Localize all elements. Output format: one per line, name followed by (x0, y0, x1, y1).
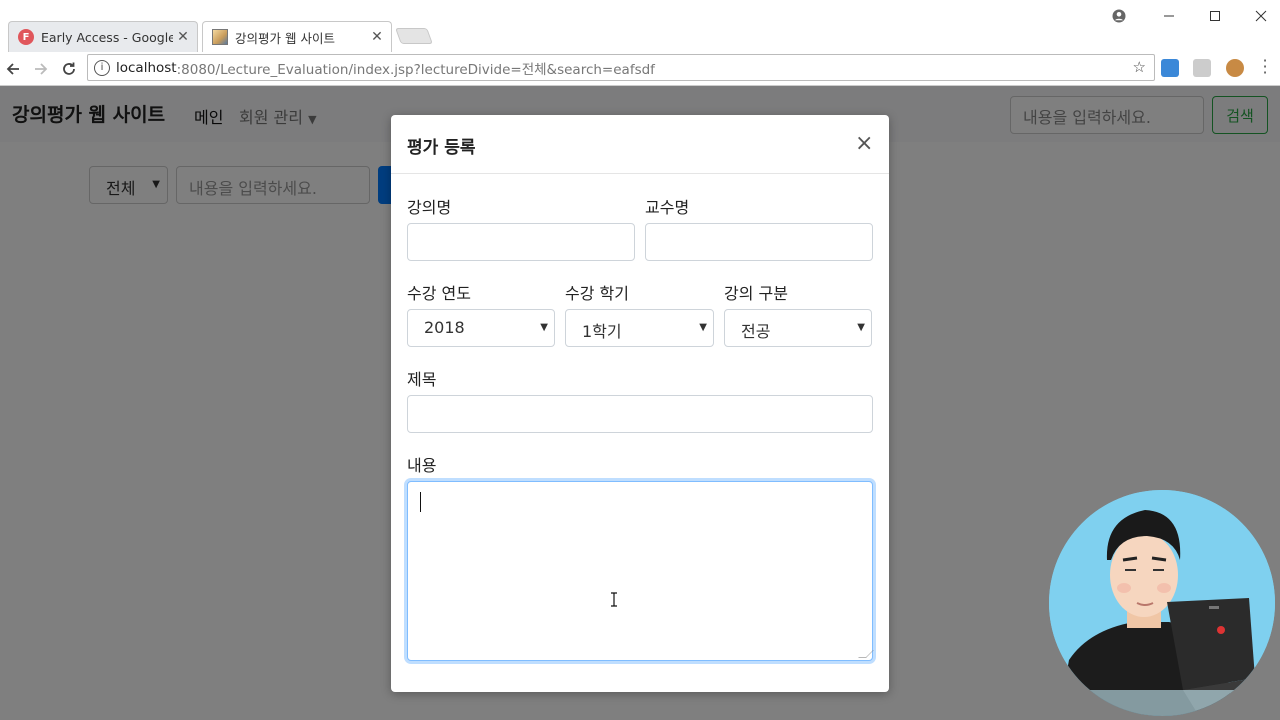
address-bar[interactable]: i localhost:8080/Lecture_Evaluation/inde… (87, 54, 1155, 81)
text-cursor (420, 492, 421, 512)
url-host: localhost (116, 59, 177, 76)
evaluation-title-input[interactable] (407, 395, 873, 433)
semester-label: 수강 학기 (565, 284, 629, 303)
chevron-down-icon: ▼ (540, 322, 548, 333)
chevron-down-icon: ▼ (699, 322, 707, 333)
tab-lecture-evaluation[interactable]: 강의평가 웹 사이트 ✕ (202, 21, 392, 52)
webcam-avatar (1049, 490, 1275, 716)
resize-grip-icon[interactable] (858, 650, 874, 658)
tab-early-access[interactable]: F Early Access - Google F ✕ (8, 21, 198, 52)
professor-name-label: 교수명 (645, 198, 690, 217)
modal-title: 평가 등록 (407, 138, 476, 158)
close-icon[interactable]: ✕ (173, 29, 193, 45)
semester-value: 1학기 (582, 322, 622, 341)
evaluation-title-label: 제목 (407, 370, 437, 389)
bookmark-star-icon[interactable]: ☆ (1133, 58, 1146, 76)
close-icon[interactable]: ✕ (367, 29, 387, 45)
extension-grey-icon[interactable] (1193, 59, 1211, 77)
new-tab-button[interactable] (395, 28, 433, 44)
lecture-divide-label: 강의 구분 (724, 284, 788, 303)
cookie-icon[interactable] (1226, 59, 1244, 77)
evaluation-modal: 평가 등록 × 강의명 교수명 수강 연도 수강 학기 강의 구분 2018 ▼… (391, 115, 889, 692)
lecture-divide-modal-select[interactable]: 전공 ▼ (724, 309, 872, 347)
chevron-down-icon: ▼ (857, 322, 865, 333)
extension-shield-icon[interactable] (1161, 59, 1179, 77)
lecture-year-select[interactable]: 2018 ▼ (407, 309, 555, 347)
url-path: :8080/Lecture_Evaluation/index.jsp?lectu… (176, 61, 655, 78)
modal-header: 평가 등록 × (391, 115, 889, 174)
info-icon[interactable]: i (94, 59, 110, 76)
professor-name-input[interactable] (645, 223, 873, 261)
lecture-year-label: 수강 연도 (407, 284, 471, 303)
close-icon[interactable]: × (855, 133, 873, 155)
avatar-illustration (1049, 490, 1275, 716)
browser-menu-icon[interactable]: · · · (1258, 53, 1272, 81)
window-close-icon[interactable] (1243, 4, 1279, 28)
browser-tabstrip: F Early Access - Google F ✕ 강의평가 웹 사이트 ✕ (0, 0, 1280, 52)
back-arrow-icon[interactable] (1, 57, 25, 81)
lecture-name-label: 강의명 (407, 198, 452, 217)
reload-icon[interactable] (57, 57, 81, 81)
maximize-icon[interactable] (1197, 4, 1233, 28)
semester-select[interactable]: 1학기 ▼ (565, 309, 714, 347)
lecture-divide-modal-value: 전공 (741, 322, 771, 341)
tab-label: Early Access - Google F (41, 29, 173, 45)
profile-icon[interactable] (1101, 4, 1137, 28)
lecture-name-input[interactable] (407, 223, 635, 261)
image-icon (212, 29, 228, 45)
browser-toolbar: i localhost:8080/Lecture_Evaluation/inde… (0, 52, 1280, 86)
evaluation-content-label: 내용 (407, 456, 437, 475)
minimize-icon[interactable] (1151, 4, 1187, 28)
evaluation-content-textarea[interactable] (407, 481, 874, 661)
forward-arrow-icon[interactable] (29, 57, 53, 81)
f-letter-icon: F (18, 29, 34, 45)
lecture-year-value: 2018 (424, 318, 465, 337)
tab-label: 강의평가 웹 사이트 (235, 30, 335, 46)
ibeam-cursor-icon (610, 592, 618, 607)
